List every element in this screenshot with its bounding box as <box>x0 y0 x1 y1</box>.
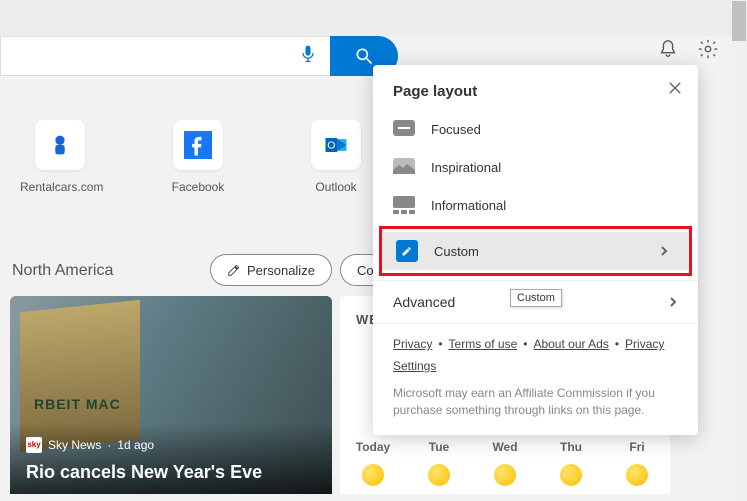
tile-label: Outlook <box>296 180 376 194</box>
inspirational-icon <box>393 158 415 176</box>
personalize-label: Personalize <box>247 263 315 278</box>
chevron-right-icon <box>668 294 678 310</box>
forecast-day: Today <box>340 440 406 486</box>
page-layout-flyout: Page layout Focused Inspirational Inform… <box>373 65 698 435</box>
search-bar[interactable] <box>0 36 398 76</box>
scrollbar[interactable] <box>731 0 747 501</box>
option-label: Inspirational <box>431 160 501 175</box>
layout-option-focused[interactable]: Focused <box>373 110 698 148</box>
quicklink-outlook[interactable]: O Outlook <box>296 120 376 194</box>
custom-icon <box>396 240 418 262</box>
footer-links: Privacy•Terms of use•About our Ads•Priva… <box>373 324 698 383</box>
forecast-day: Tue <box>406 440 472 486</box>
sun-icon <box>362 464 384 486</box>
layout-option-informational[interactable]: Informational <box>373 186 698 224</box>
news-title: Rio cancels New Year's Eve <box>26 461 316 484</box>
quicklink-rentalcars[interactable]: Rentalcars.com <box>20 120 100 194</box>
header-strip <box>0 0 731 36</box>
tooltip: Custom <box>510 289 562 307</box>
news-source: Sky News <box>48 438 101 452</box>
quicklink-facebook[interactable]: Facebook <box>158 120 238 194</box>
option-label: Informational <box>431 198 506 213</box>
informational-icon <box>393 196 415 214</box>
sun-icon <box>626 464 648 486</box>
section-title: North America <box>12 262 113 280</box>
personalize-button[interactable]: Personalize <box>210 254 332 286</box>
settings-gear-icon[interactable] <box>697 38 719 60</box>
sun-icon <box>428 464 450 486</box>
sun-icon <box>560 464 582 486</box>
link-terms[interactable]: Terms of use <box>449 337 518 351</box>
forecast-day: Fri <box>604 440 670 486</box>
notifications-icon[interactable] <box>657 38 679 60</box>
forecast-day: Wed <box>472 440 538 486</box>
chevron-right-icon <box>659 244 669 259</box>
microphone-icon[interactable] <box>286 36 330 77</box>
news-source-icon: sky <box>26 437 42 453</box>
focused-icon <box>393 120 415 138</box>
sun-icon <box>494 464 516 486</box>
tile-label: Facebook <box>158 180 238 194</box>
forecast-day: Thu <box>538 440 604 486</box>
layout-option-custom-highlight: Custom <box>379 226 692 276</box>
advanced-label: Advanced <box>393 294 455 310</box>
scrollbar-thumb[interactable] <box>732 1 746 41</box>
option-label: Custom <box>434 244 479 259</box>
pencil-icon <box>227 263 241 277</box>
tile-label: Rentalcars.com <box>20 180 100 194</box>
close-button[interactable] <box>668 81 684 97</box>
flyout-title: Page layout <box>373 65 698 110</box>
news-card[interactable]: sky Sky News · 1d ago Rio cancels New Ye… <box>10 296 332 494</box>
option-label: Focused <box>431 122 481 137</box>
news-time: 1d ago <box>117 438 154 452</box>
link-privacy[interactable]: Privacy <box>393 337 432 351</box>
svg-text:O: O <box>327 140 335 152</box>
layout-option-custom[interactable]: Custom <box>382 232 689 270</box>
link-ads[interactable]: About our Ads <box>533 337 608 351</box>
disclaimer-text: Microsoft may earn an Affiliate Commissi… <box>373 383 698 425</box>
layout-option-inspirational[interactable]: Inspirational <box>373 148 698 186</box>
